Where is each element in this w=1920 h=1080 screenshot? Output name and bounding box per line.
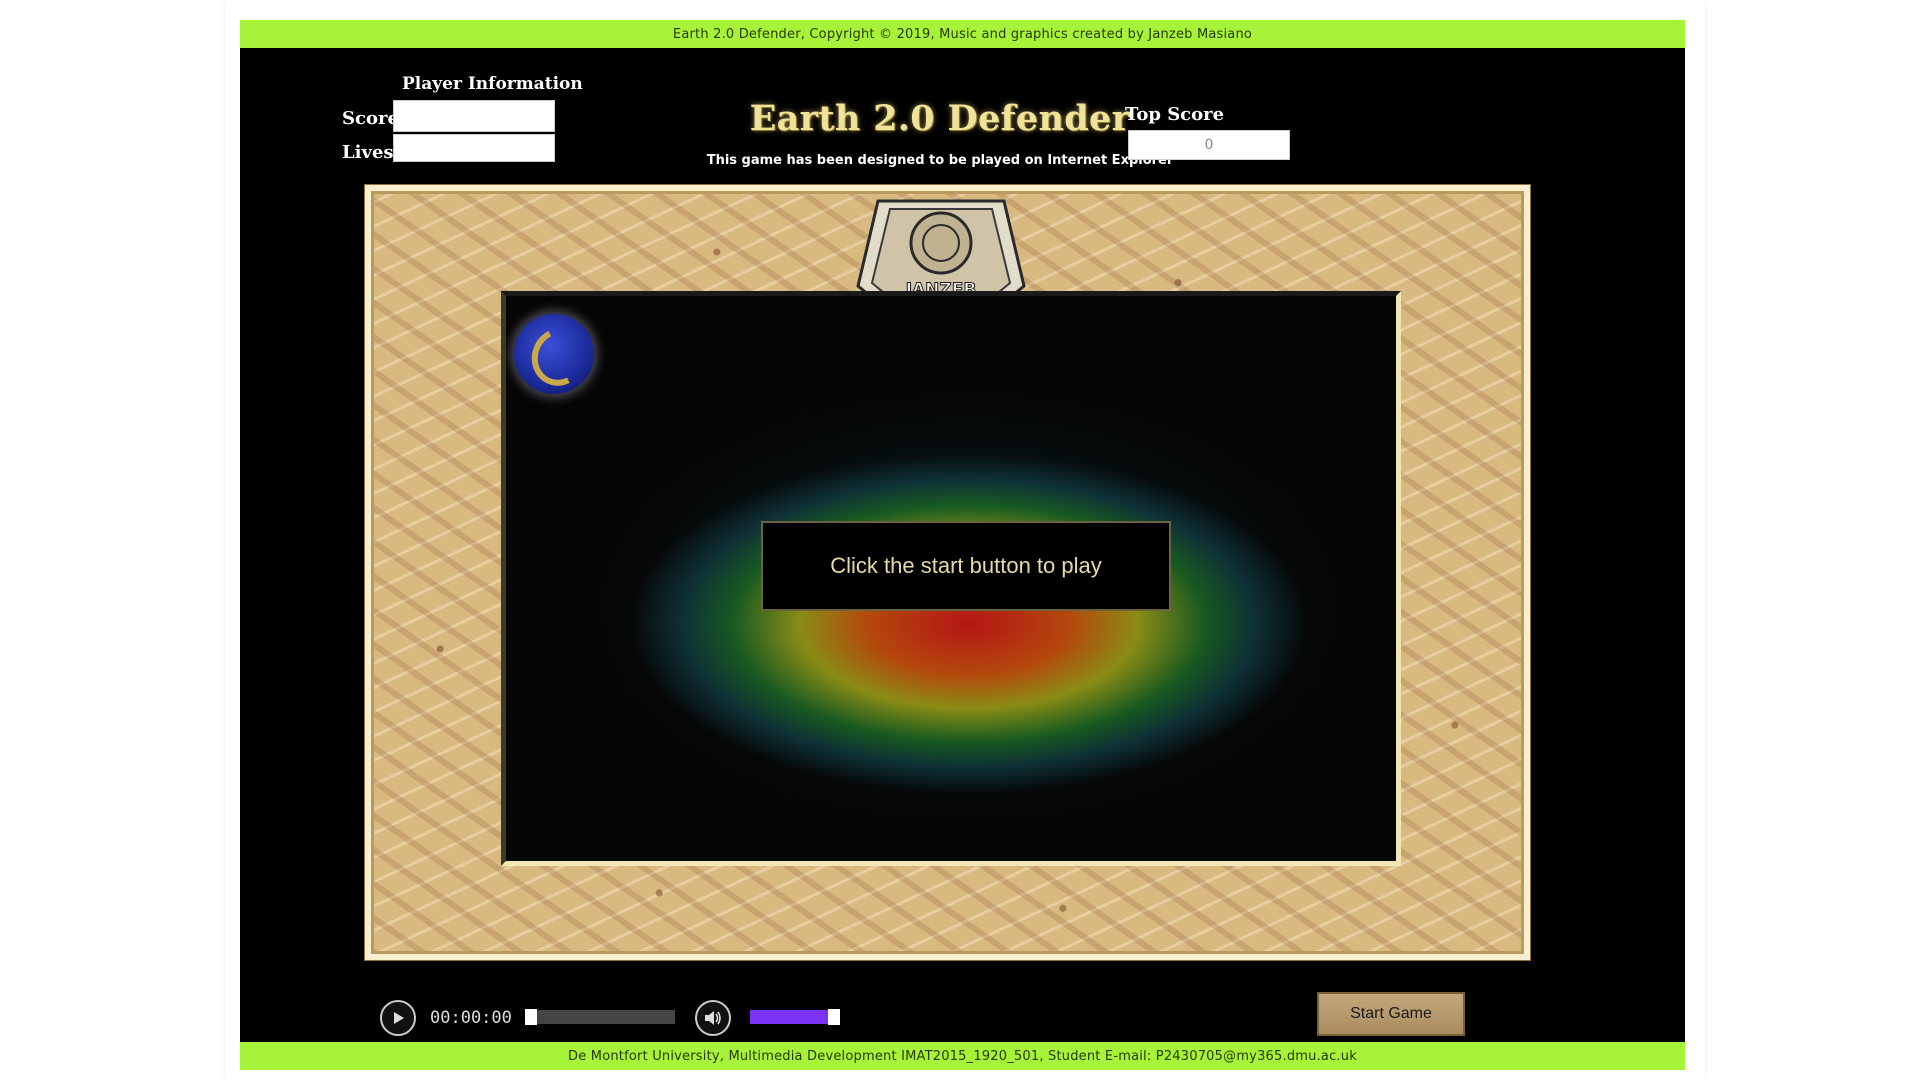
- seek-thumb[interactable]: [525, 1009, 537, 1025]
- lives-field: [393, 134, 555, 162]
- game-frame: JANZEB Click the start button to play: [365, 185, 1530, 960]
- volume-button[interactable]: [695, 1000, 731, 1036]
- copyright-banner: Earth 2.0 Defender, Copyright © 2019, Mu…: [240, 20, 1685, 48]
- start-message: Click the start button to play: [761, 521, 1171, 611]
- player-info-heading: Player Information: [402, 74, 583, 94]
- play-button[interactable]: [380, 1000, 416, 1036]
- footer-banner: De Montfort University, Multimedia Devel…: [240, 1042, 1685, 1070]
- score-label: Score: [342, 108, 399, 129]
- play-icon: [394, 1012, 404, 1024]
- start-game-button[interactable]: Start Game: [1317, 992, 1465, 1036]
- score-field: [393, 100, 555, 132]
- volume-fill: [750, 1010, 828, 1024]
- lives-label: Lives: [342, 142, 394, 163]
- volume-slider[interactable]: [750, 1009, 840, 1025]
- planet-icon: [514, 314, 594, 394]
- top-score-field: 0: [1128, 130, 1290, 160]
- game-canvas[interactable]: Click the start button to play: [501, 291, 1401, 866]
- game-app: Earth 2.0 Defender, Copyright © 2019, Mu…: [240, 20, 1685, 1070]
- time-display: 00:00:00: [430, 1008, 512, 1028]
- volume-icon: [705, 1011, 721, 1025]
- game-subtitle: This game has been designed to be played…: [706, 153, 1174, 168]
- game-title: Earth 2.0 Defender: [749, 98, 1131, 139]
- top-score-label: Top Score: [1125, 104, 1225, 125]
- seek-bar[interactable]: [525, 1009, 675, 1025]
- volume-thumb[interactable]: [828, 1009, 840, 1025]
